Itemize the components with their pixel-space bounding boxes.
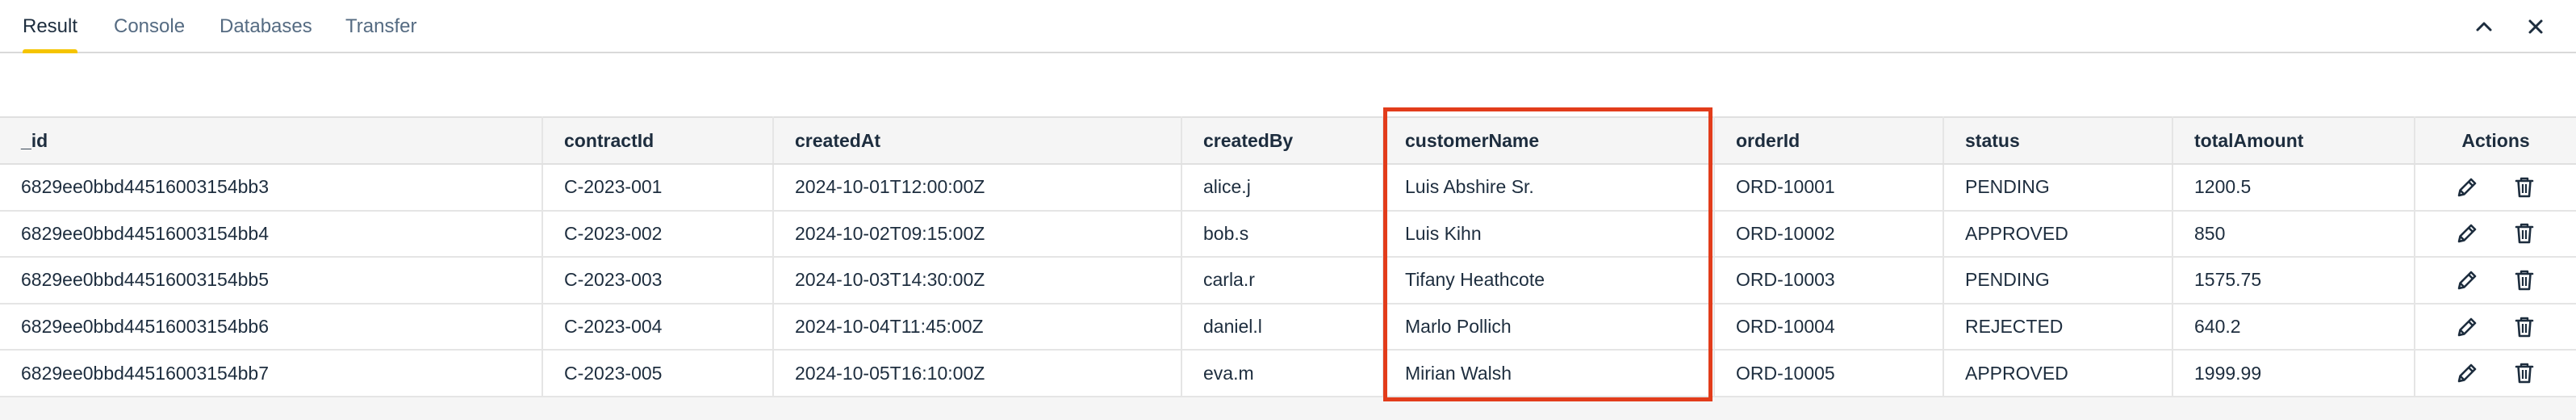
pencil-icon <box>2457 317 2477 336</box>
cell-contractid[interactable]: C-2023-004 <box>542 303 774 351</box>
delete-button[interactable] <box>2508 217 2540 250</box>
table-row[interactable]: 6829ee0bbd44516003154bb4 C-2023-002 2024… <box>0 210 2576 258</box>
cell-createdby[interactable]: eva.m <box>1181 350 1384 397</box>
pencil-icon <box>2457 271 2477 290</box>
cell-customername[interactable]: Luis Kihn <box>1383 210 1715 258</box>
cell-id[interactable]: 6829ee0bbd44516003154bb3 <box>0 164 543 212</box>
table-header-row: _id contractId createdAt createdBy custo… <box>0 116 2576 165</box>
cell-createdat[interactable]: 2024-10-05T16:10:00Z <box>773 350 1182 397</box>
close-button[interactable] <box>2520 10 2552 43</box>
edit-button[interactable] <box>2451 171 2483 204</box>
cell-createdby[interactable]: alice.j <box>1181 164 1384 212</box>
cell-orderid[interactable]: ORD-10004 <box>1714 303 1944 351</box>
collapse-button[interactable] <box>2468 10 2500 43</box>
pencil-icon <box>2457 225 2477 243</box>
tab-result[interactable]: Result <box>23 0 78 53</box>
tab-bar: Result Console Databases Transfer <box>0 0 2576 53</box>
edit-button[interactable] <box>2451 311 2483 343</box>
cell-contractid[interactable]: C-2023-002 <box>542 210 774 258</box>
delete-button[interactable] <box>2508 171 2540 204</box>
pencil-icon <box>2457 363 2477 383</box>
column-header-id[interactable]: _id <box>0 116 543 165</box>
tab-databases[interactable]: Databases <box>220 0 312 53</box>
edit-button[interactable] <box>2451 357 2483 389</box>
column-header-status[interactable]: status <box>1943 116 2173 165</box>
cell-createdby[interactable]: carla.r <box>1181 257 1384 304</box>
column-header-actions: Actions <box>2415 116 2576 165</box>
edit-button[interactable] <box>2451 264 2483 296</box>
trash-icon <box>2515 177 2533 198</box>
cell-customername[interactable]: Marlo Pollich <box>1383 303 1715 351</box>
table-row[interactable]: 6829ee0bbd44516003154bb3 C-2023-001 2024… <box>0 164 2576 212</box>
table-row[interactable]: 6829ee0bbd44516003154bb7 C-2023-005 2024… <box>0 350 2576 397</box>
column-header-customername[interactable]: customerName <box>1383 116 1715 165</box>
close-icon <box>2528 19 2543 34</box>
cell-status[interactable]: APPROVED <box>1943 210 2173 258</box>
column-header-totalamount[interactable]: totalAmount <box>2172 116 2415 165</box>
column-header-createdby[interactable]: createdBy <box>1181 116 1384 165</box>
cell-actions <box>2415 210 2576 258</box>
trash-icon <box>2515 224 2533 244</box>
delete-button[interactable] <box>2508 264 2540 296</box>
cell-id[interactable]: 6829ee0bbd44516003154bb7 <box>0 350 543 397</box>
column-header-orderid[interactable]: orderId <box>1714 116 1944 165</box>
cell-createdby[interactable]: daniel.l <box>1181 303 1384 351</box>
trash-icon <box>2515 317 2533 337</box>
column-header-createdat[interactable]: createdAt <box>773 116 1182 165</box>
column-header-contractid[interactable]: contractId <box>542 116 774 165</box>
cell-createdat[interactable]: 2024-10-01T12:00:00Z <box>773 164 1182 212</box>
tab-console[interactable]: Console <box>114 0 185 53</box>
result-grid: _id contractId createdAt createdBy custo… <box>0 116 2576 420</box>
cell-status[interactable]: APPROVED <box>1943 350 2173 397</box>
cell-customername[interactable]: Luis Abshire Sr. <box>1383 164 1715 212</box>
cell-status[interactable]: REJECTED <box>1943 303 2173 351</box>
trash-icon <box>2515 363 2533 384</box>
cell-id[interactable]: 6829ee0bbd44516003154bb4 <box>0 210 543 258</box>
tab-transfer[interactable]: Transfer <box>345 0 416 53</box>
cell-createdat[interactable]: 2024-10-04T11:45:00Z <box>773 303 1182 351</box>
cell-totalamount[interactable]: 640.2 <box>2172 303 2415 351</box>
pencil-icon <box>2457 178 2477 197</box>
cell-actions <box>2415 164 2576 212</box>
cell-totalamount[interactable]: 1575.75 <box>2172 257 2415 304</box>
cell-contractid[interactable]: C-2023-001 <box>542 164 774 212</box>
delete-button[interactable] <box>2508 357 2540 389</box>
delete-button[interactable] <box>2508 311 2540 343</box>
cell-orderid[interactable]: ORD-10001 <box>1714 164 1944 212</box>
trash-icon <box>2515 270 2533 291</box>
cell-actions <box>2415 350 2576 397</box>
edit-button[interactable] <box>2451 217 2483 250</box>
table-row[interactable]: 6829ee0bbd44516003154bb6 C-2023-004 2024… <box>0 303 2576 351</box>
cell-actions <box>2415 257 2576 304</box>
cell-createdat[interactable]: 2024-10-02T09:15:00Z <box>773 210 1182 258</box>
cell-totalamount[interactable]: 850 <box>2172 210 2415 258</box>
cell-createdat[interactable]: 2024-10-03T14:30:00Z <box>773 257 1182 304</box>
cell-id[interactable]: 6829ee0bbd44516003154bb6 <box>0 303 543 351</box>
result-table: _id contractId createdAt createdBy custo… <box>0 116 2576 397</box>
table-row[interactable]: 6829ee0bbd44516003154bb5 C-2023-003 2024… <box>0 257 2576 304</box>
cell-customername[interactable]: Mirian Walsh <box>1383 350 1715 397</box>
cell-contractid[interactable]: C-2023-003 <box>542 257 774 304</box>
toolbar-area <box>0 53 2576 116</box>
cell-status[interactable]: PENDING <box>1943 257 2173 304</box>
cell-id[interactable]: 6829ee0bbd44516003154bb5 <box>0 257 543 304</box>
cell-totalamount[interactable]: 1999.99 <box>2172 350 2415 397</box>
cell-totalamount[interactable]: 1200.5 <box>2172 164 2415 212</box>
cell-orderid[interactable]: ORD-10003 <box>1714 257 1944 304</box>
cell-actions <box>2415 303 2576 351</box>
cell-status[interactable]: PENDING <box>1943 164 2173 212</box>
cell-contractid[interactable]: C-2023-005 <box>542 350 774 397</box>
cell-createdby[interactable]: bob.s <box>1181 210 1384 258</box>
cell-orderid[interactable]: ORD-10002 <box>1714 210 1944 258</box>
cell-orderid[interactable]: ORD-10005 <box>1714 350 1944 397</box>
chevron-up-icon <box>2476 22 2492 32</box>
cell-customername[interactable]: Tifany Heathcote <box>1383 257 1715 304</box>
